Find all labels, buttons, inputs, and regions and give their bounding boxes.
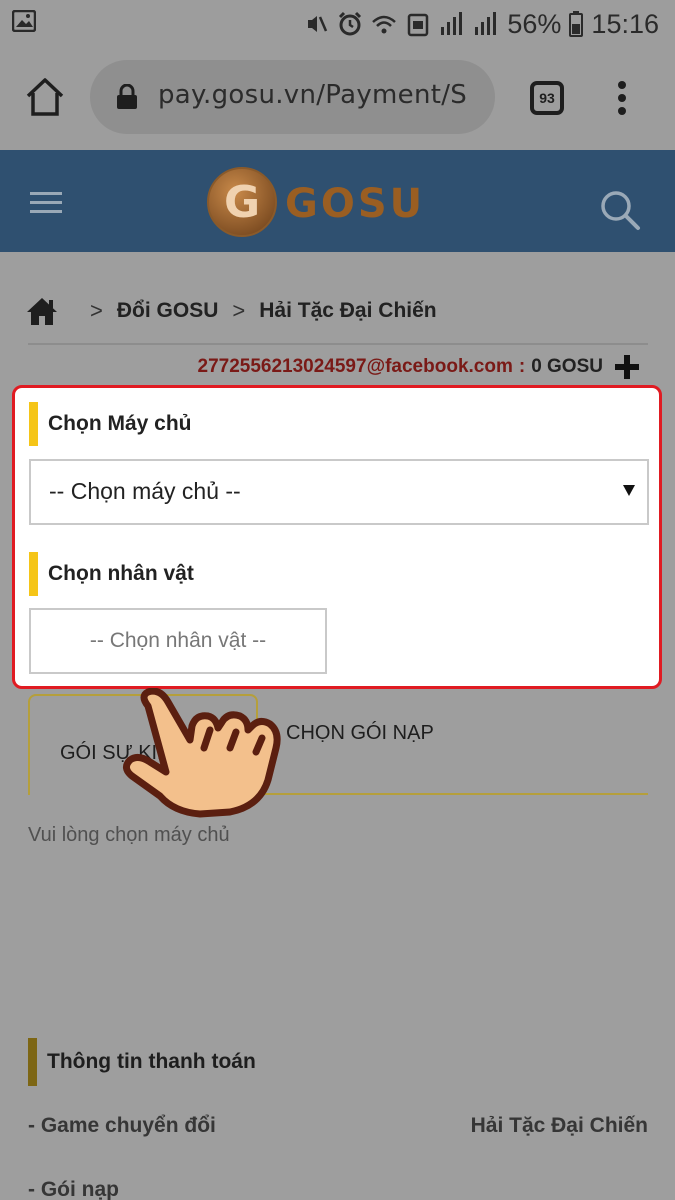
server-select-value: -- Chọn máy chủ -- bbox=[49, 478, 241, 504]
server-required-note: Vui lòng chọn máy chủ bbox=[28, 824, 230, 846]
battery-icon bbox=[569, 11, 584, 37]
overflow-menu-icon[interactable] bbox=[614, 78, 630, 120]
breadcrumb-separator: > bbox=[232, 298, 246, 323]
lock-icon bbox=[117, 84, 137, 109]
add-balance-icon[interactable] bbox=[613, 353, 641, 381]
payment-info-header: Thông tin thanh toán bbox=[28, 1038, 256, 1086]
dropdown-arrow-icon bbox=[623, 485, 635, 496]
gallery-icon bbox=[12, 10, 36, 32]
account-info: 2772556213024597@facebook.com : 0 GOSU bbox=[198, 352, 642, 382]
breadcrumb-separator: > bbox=[90, 298, 103, 323]
signal-icon bbox=[475, 12, 497, 35]
character-select[interactable]: -- Chọn nhân vật -- bbox=[29, 608, 327, 674]
svg-text:G: G bbox=[224, 177, 260, 228]
tab-switcher-button[interactable]: 93 bbox=[530, 81, 564, 115]
search-icon[interactable] bbox=[598, 188, 642, 232]
payment-info-title: Thông tin thanh toán bbox=[47, 1050, 256, 1073]
character-section-title: Chọn nhân vật bbox=[48, 562, 194, 585]
breadcrumb: > Đổi GOSU > Hải Tặc Đại Chiến bbox=[26, 294, 437, 328]
server-section-header: Chọn Máy chủ bbox=[29, 402, 192, 446]
gosu-logo[interactable]: G GOSU bbox=[205, 165, 475, 239]
section-accent-bar bbox=[29, 402, 38, 446]
alarm-icon bbox=[339, 11, 362, 36]
server-section-title: Chọn Máy chủ bbox=[48, 412, 192, 435]
payment-info-label: - Game chuyển đổi bbox=[28, 1114, 216, 1137]
status-indicators: 56% 15:16 bbox=[303, 6, 659, 42]
server-character-selection-card: Chọn Máy chủ -- Chọn máy chủ -- Chọn nhâ… bbox=[12, 385, 662, 689]
character-section-header: Chọn nhân vật bbox=[29, 552, 194, 596]
hamburger-menu-icon[interactable] bbox=[30, 192, 62, 214]
clock: 15:16 bbox=[591, 8, 659, 39]
section-accent-bar bbox=[28, 1038, 37, 1086]
payment-info-label: - Gói nạp bbox=[28, 1178, 119, 1200]
server-select[interactable]: -- Chọn máy chủ -- bbox=[29, 459, 649, 525]
payment-info-row: - Gói nạp bbox=[28, 1178, 648, 1200]
status-bar: 56% 15:16 bbox=[0, 0, 675, 48]
account-separator: : bbox=[518, 356, 526, 377]
hd-icon bbox=[408, 13, 429, 37]
tab-choose-package[interactable]: CHỌN GÓI NẠP bbox=[286, 722, 434, 745]
address-bar[interactable]: pay.gosu.vn/Payment/S bbox=[90, 60, 495, 134]
tab-underline bbox=[258, 793, 648, 795]
browser-toolbar: pay.gosu.vn/Payment/S 93 bbox=[0, 48, 675, 150]
url-text: pay.gosu.vn/Payment/S bbox=[158, 80, 468, 110]
wifi-icon bbox=[372, 15, 397, 34]
divider bbox=[28, 343, 648, 345]
svg-text:GOSU: GOSU bbox=[285, 181, 425, 227]
site-header: G GOSU bbox=[0, 150, 675, 252]
breadcrumb-item-game[interactable]: Hải Tặc Đại Chiến bbox=[259, 299, 436, 323]
mute-icon bbox=[308, 16, 328, 32]
home-icon[interactable] bbox=[24, 76, 66, 118]
payment-info-row: - Game chuyển đổi Hải Tặc Đại Chiến bbox=[28, 1114, 648, 1144]
account-balance: 0 GOSU bbox=[531, 356, 603, 377]
home-icon[interactable] bbox=[26, 296, 58, 326]
breadcrumb-item-doi-gosu[interactable]: Đổi GOSU bbox=[117, 299, 219, 323]
pointing-hand-icon bbox=[123, 688, 281, 818]
section-accent-bar bbox=[29, 552, 38, 596]
account-email: 2772556213024597@facebook.com bbox=[197, 356, 513, 377]
battery-level: 56% bbox=[507, 8, 562, 39]
payment-info-value: Hải Tặc Đại Chiến bbox=[470, 1114, 648, 1137]
signal-icon bbox=[441, 12, 463, 35]
